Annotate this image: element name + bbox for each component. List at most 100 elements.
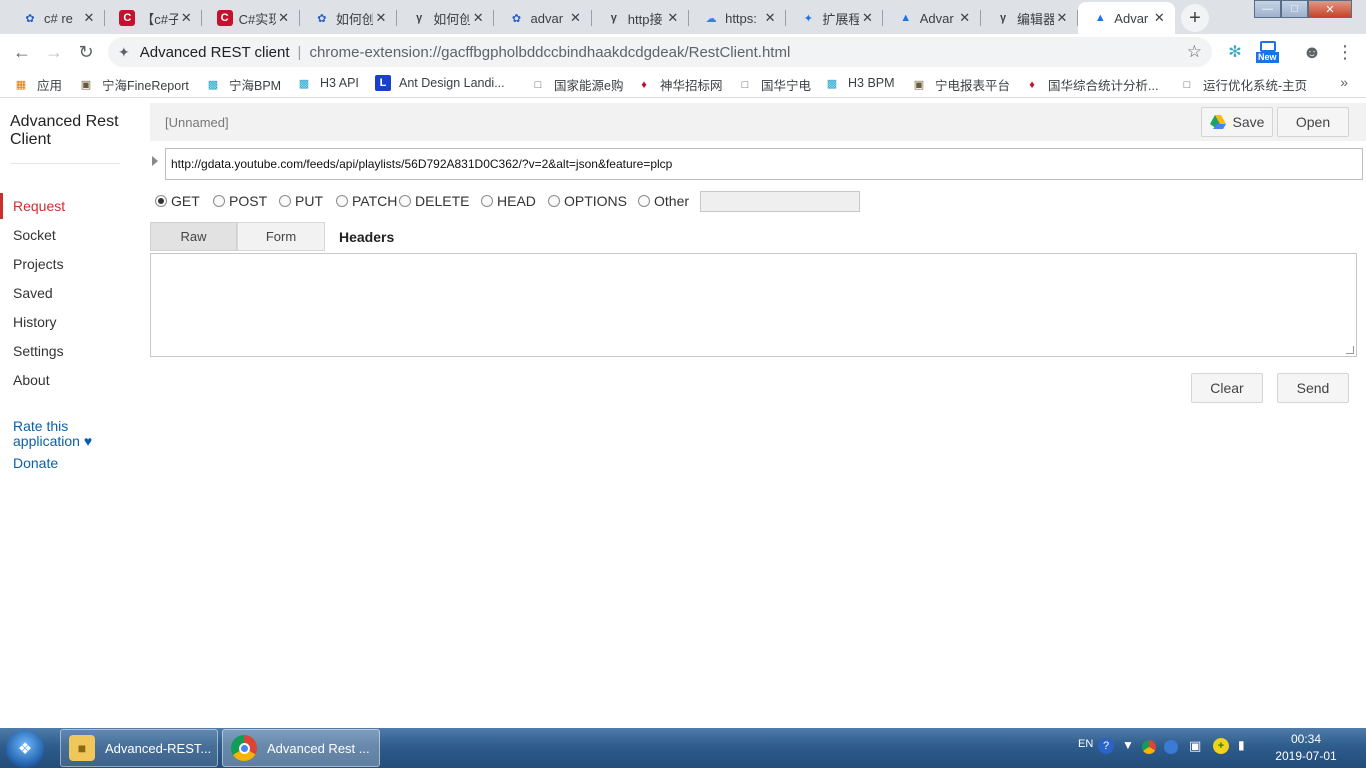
headers-textarea[interactable]: [150, 253, 1357, 357]
tab-raw[interactable]: Raw: [150, 222, 237, 251]
close-tab-icon[interactable]: ✕: [373, 10, 389, 26]
radio-button[interactable]: [336, 195, 348, 207]
bookmark-item[interactable]: ▣ 宁海FineReport: [78, 75, 189, 94]
close-tab-icon[interactable]: ✕: [762, 10, 778, 26]
tray-clipboard-icon[interactable]: ▣: [1189, 738, 1201, 754]
tray-overflow-icon[interactable]: ▼: [1122, 738, 1134, 752]
bookmark-item[interactable]: ▩ H3 API: [296, 75, 359, 91]
taskbar-clock[interactable]: 00:34 2019-07-01: [1268, 731, 1344, 765]
sidebar-item-about[interactable]: About: [0, 367, 140, 393]
tray-chrome-icon[interactable]: [1142, 740, 1156, 754]
help-icon[interactable]: ?: [1098, 738, 1114, 754]
clear-button[interactable]: Clear: [1191, 373, 1263, 403]
bookmark-item[interactable]: ▦ 应用: [13, 75, 62, 94]
bookmark-star-icon[interactable]: ☆: [1187, 42, 1202, 62]
maximize-button[interactable]: □: [1281, 0, 1308, 18]
donate-link[interactable]: Donate: [13, 456, 58, 471]
menu-kebab-icon[interactable]: ⋮: [1334, 41, 1356, 63]
network-signal-icon[interactable]: ▮: [1238, 738, 1245, 752]
other-method-input[interactable]: [700, 191, 860, 212]
taskbar-item-explorer[interactable]: ■ Advanced-REST...: [60, 729, 218, 767]
method-radio-post[interactable]: POST: [213, 193, 267, 209]
close-tab-icon[interactable]: ✕: [81, 10, 97, 26]
method-radio-options[interactable]: OPTIONS: [548, 193, 627, 209]
bookmark-item[interactable]: □ 国华宁电: [737, 75, 811, 94]
clear-label: Clear: [1210, 380, 1244, 396]
browser-tab[interactable]: ✿ 如何创 ✕: [300, 2, 397, 34]
bookmark-item[interactable]: □ 运行优化系统-主页: [1179, 75, 1308, 94]
radio-button[interactable]: [279, 195, 291, 207]
sidebar-item-request[interactable]: Request: [0, 193, 140, 219]
browser-tab[interactable]: ✿ c# re ✕: [8, 2, 105, 34]
close-tab-icon[interactable]: ✕: [470, 10, 486, 26]
radio-button[interactable]: [213, 195, 225, 207]
reload-button[interactable]: ↻: [72, 38, 100, 66]
close-tab-icon[interactable]: ✕: [178, 10, 194, 26]
close-tab-icon[interactable]: ✕: [1151, 10, 1167, 26]
bookmark-item[interactable]: ♦ 神华招标网: [636, 75, 722, 94]
new-extension-button[interactable]: New: [1255, 41, 1281, 63]
sidebar-item-saved[interactable]: Saved: [0, 280, 140, 306]
bookmark-item[interactable]: ▩ 宁海BPM: [205, 75, 281, 94]
browser-tab[interactable]: γ http接 ✕: [592, 2, 689, 34]
radio-button[interactable]: [399, 195, 411, 207]
taskbar-item-chrome[interactable]: Advanced Rest ...: [222, 729, 380, 767]
bookmark-item[interactable]: L Ant Design Landi...: [375, 75, 505, 91]
extension-icon[interactable]: ✻: [1224, 41, 1246, 63]
browser-tab[interactable]: C 【c#子 ✕: [105, 2, 203, 34]
close-tab-icon[interactable]: ✕: [1054, 10, 1070, 26]
bookmark-item[interactable]: □ 国家能源e购: [530, 75, 624, 94]
forward-button[interactable]: →: [40, 38, 68, 66]
bookmark-item[interactable]: ▣ 宁电报表平台: [911, 75, 1010, 94]
method-radio-get[interactable]: GET: [155, 193, 200, 209]
open-button[interactable]: Open: [1277, 107, 1349, 137]
browser-tab[interactable]: C C#实现 ✕: [203, 2, 300, 34]
back-button[interactable]: ←: [8, 38, 36, 66]
url-expand-arrow-icon[interactable]: [152, 156, 158, 166]
bookmarks-more-button[interactable]: »: [1340, 74, 1348, 90]
sidebar-item-history[interactable]: History: [0, 309, 140, 335]
close-window-button[interactable]: ✕: [1308, 0, 1352, 18]
method-radio-other[interactable]: Other: [638, 193, 689, 209]
close-tab-icon[interactable]: ✕: [859, 10, 875, 26]
tab-active[interactable]: ▲ Advar ✕: [1078, 2, 1176, 34]
bookmark-item[interactable]: ♦ 国华综合统计分析...: [1024, 75, 1158, 94]
new-tab-button[interactable]: +: [1181, 4, 1209, 32]
minimize-button[interactable]: —: [1254, 0, 1281, 18]
save-button[interactable]: Save: [1201, 107, 1273, 137]
radio-button[interactable]: [638, 195, 650, 207]
bookmark-item[interactable]: ▩ H3 BPM: [824, 75, 895, 91]
browser-tab[interactable]: ✦ 扩展程 ✕: [786, 2, 884, 34]
profile-icon[interactable]: ☻: [1301, 41, 1323, 63]
tray-language[interactable]: EN: [1078, 738, 1093, 750]
tray-app-icon[interactable]: [1164, 740, 1178, 754]
close-tab-icon[interactable]: ✕: [568, 10, 584, 26]
browser-tab[interactable]: ☁ https: ✕: [689, 2, 787, 34]
method-radio-delete[interactable]: DELETE: [399, 193, 469, 209]
radio-button[interactable]: [481, 195, 493, 207]
close-tab-icon[interactable]: ✕: [276, 10, 292, 26]
method-radio-patch[interactable]: PATCH: [336, 193, 397, 209]
sidebar-item-settings[interactable]: Settings: [0, 338, 140, 364]
radio-button[interactable]: [548, 195, 560, 207]
rate-app-link[interactable]: Rate this application ♥: [13, 419, 113, 449]
sidebar-item-socket[interactable]: Socket: [0, 222, 140, 248]
browser-tab[interactable]: ▲ Advar ✕: [884, 2, 981, 34]
address-bar[interactable]: ✦ Advanced REST client | chrome-extensio…: [108, 37, 1212, 67]
tray-update-icon[interactable]: +: [1213, 738, 1229, 754]
start-button[interactable]: ❖: [6, 730, 44, 768]
request-url-input[interactable]: [165, 148, 1363, 180]
radio-button[interactable]: [155, 195, 167, 207]
method-radio-put[interactable]: PUT: [279, 193, 323, 209]
close-tab-icon[interactable]: ✕: [957, 10, 973, 26]
browser-tab[interactable]: ✿ advar ✕: [495, 2, 592, 34]
tab-form[interactable]: Form: [237, 222, 325, 251]
request-name[interactable]: [Unnamed]: [165, 115, 229, 130]
sidebar-item-projects[interactable]: Projects: [0, 251, 140, 277]
close-tab-icon[interactable]: ✕: [665, 10, 681, 26]
send-button[interactable]: Send: [1277, 373, 1349, 403]
browser-tab[interactable]: γ 如何创 ✕: [397, 2, 495, 34]
method-radio-head[interactable]: HEAD: [481, 193, 536, 209]
browser-tab[interactable]: γ 编辑器 ✕: [981, 2, 1078, 34]
resize-grip-icon[interactable]: [1346, 346, 1354, 354]
